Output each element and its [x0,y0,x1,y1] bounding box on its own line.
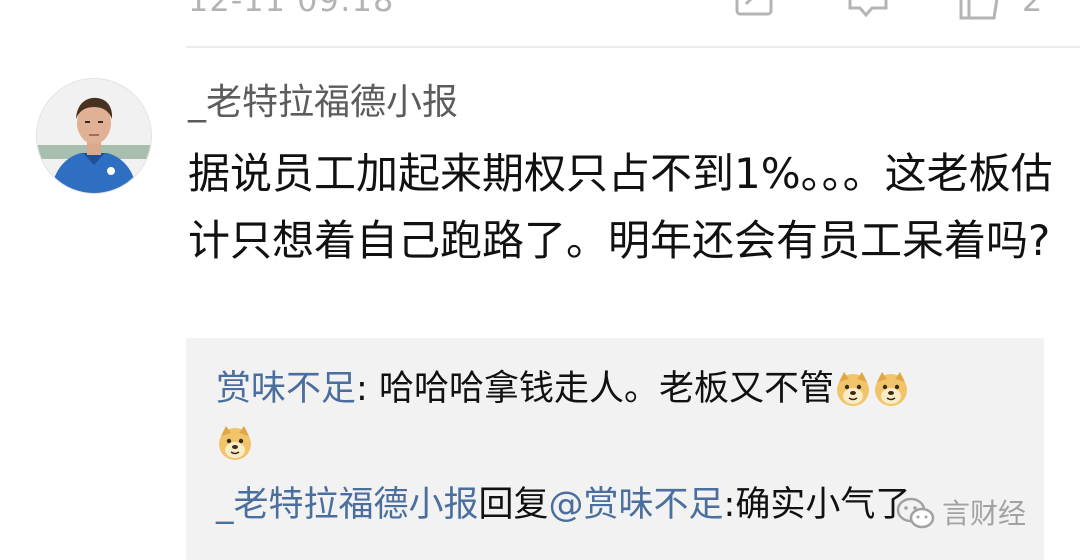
watermark: 言财经 [896,494,1026,534]
comment-page: 12-11 09:18 2 _老特拉福德小报 据说员工加起来期权只占不到1%。。… [0,0,1080,560]
doge-emoji-icon [834,370,872,408]
reply-separator: : [723,485,736,525]
wechat-icon [896,497,936,542]
reply-item[interactable]: 赏味不足: 哈哈哈拿钱走人。老板又不管 [216,362,1036,416]
comment-divider [186,46,1080,48]
reply-author[interactable]: 赏味不足 [216,369,356,409]
reply-author[interactable]: _老特拉福德小报 [216,485,479,525]
previous-comment-footer: 12-11 09:18 2 [0,0,1080,46]
comment-username[interactable]: _老特拉福德小报 [188,80,458,126]
comment-timestamp: 12-11 09:18 [188,0,395,19]
watermark-text: 言财经 [942,497,1027,530]
reply-emoji-line [216,416,1036,470]
reply-text: 确实小气了 [735,485,911,525]
avatar[interactable] [36,78,152,194]
doge-emoji-icon [872,370,910,408]
doge-emoji-icon [216,424,254,462]
thumbs-up-icon[interactable] [958,0,1004,20]
comment-icon[interactable] [846,0,890,18]
reply-verb: 回复 [478,485,549,525]
share-icon[interactable] [734,0,776,18]
reply-text: 哈哈哈拿钱走人。老板又不管 [378,369,834,409]
reply-mention[interactable]: @赏味不足 [549,485,724,525]
comment-text: 据说员工加起来期权只占不到1%。。。这老板估计只想着自己跑路了。明年还会有员工呆… [188,149,1053,265]
reply-separator: : [356,369,379,409]
like-count: 2 [1022,0,1043,19]
